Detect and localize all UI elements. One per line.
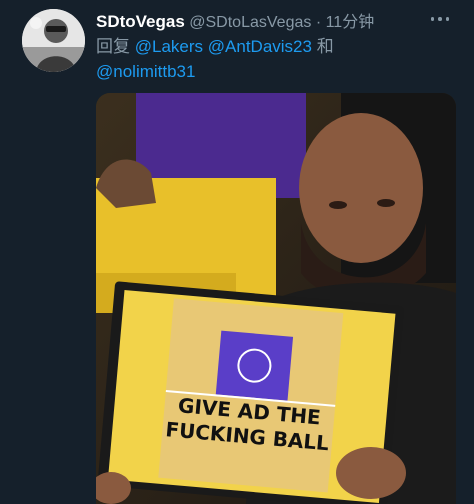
conjunction-text: 和 bbox=[316, 37, 334, 56]
user-handle[interactable]: @SDtoLasVegas bbox=[189, 14, 311, 31]
reply-context: 回复 @Lakers @AntDavis23 和 @nolimittb31 bbox=[96, 34, 456, 84]
mention-nolimittb[interactable]: @nolimittb31 bbox=[96, 62, 195, 81]
display-name[interactable]: SDtoVegas bbox=[96, 12, 185, 31]
more-options-icon[interactable] bbox=[428, 11, 452, 27]
tweet-photo[interactable]: GIVE AD THE FUCKING BALL bbox=[96, 93, 456, 504]
user-avatar[interactable] bbox=[22, 9, 85, 72]
separator-dot: · bbox=[315, 14, 322, 31]
tweet-card[interactable]: SDtoVegas @SDtoLasVegas · 11分钟 回复 @Laker… bbox=[0, 0, 474, 504]
mention-lakers[interactable]: @Lakers bbox=[135, 37, 203, 56]
timestamp[interactable]: 11分钟 bbox=[326, 14, 375, 31]
mention-antdavis[interactable]: @AntDavis23 bbox=[208, 37, 312, 56]
reply-prefix: 回复 bbox=[96, 37, 130, 56]
tweet-header: SDtoVegas @SDtoLasVegas · 11分钟 bbox=[96, 8, 460, 31]
